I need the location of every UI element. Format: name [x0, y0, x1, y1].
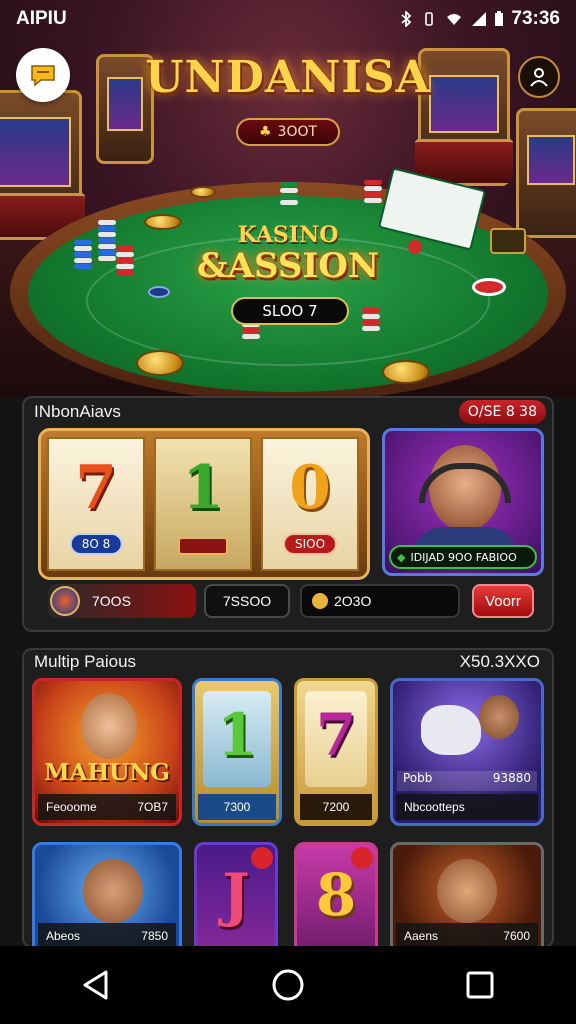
card-footer: Aaens 7600	[396, 923, 538, 946]
bet-value-control[interactable]: 7SSOO	[204, 584, 290, 618]
card-footer: 7200	[300, 794, 372, 820]
coin-value-control[interactable]: 7OOS	[48, 584, 196, 618]
card-footer: Abeos 7850	[38, 923, 176, 946]
reel-1: 7 8O 8	[47, 437, 145, 571]
reel-symbol: 0	[289, 453, 331, 523]
game-card[interactable]: 1 7300	[192, 678, 282, 826]
game-card[interactable]: Pobb 93880 Nbcootteps	[390, 678, 544, 826]
game-card[interactable]: 8	[294, 842, 378, 946]
clock: 73:36	[511, 8, 560, 29]
game-card[interactable]: Aaens 7600	[390, 842, 544, 946]
casino-logo: &ASSION	[196, 246, 380, 286]
coin-icon	[312, 593, 328, 609]
character-portrait	[479, 695, 519, 739]
game-card[interactable]: MAHUNG Feooome 7OB7	[32, 678, 182, 826]
slot-reels[interactable]: 7 8O 8 1 0 SIOO	[38, 428, 370, 580]
user-icon	[530, 68, 548, 87]
game-card[interactable]: 7 7200	[294, 678, 378, 826]
spin-button[interactable]: Voorr	[472, 584, 534, 618]
featured-slot-section: INbonAiavs O/SE 8 38 7 8O 8 1 0 SIOO ◆ I…	[22, 396, 554, 632]
character-illustration	[421, 705, 481, 755]
game-card[interactable]: Abeos 7850	[32, 842, 182, 946]
chip-stack	[362, 308, 380, 332]
user-button[interactable]	[518, 56, 560, 98]
section-title: INbonAiavs	[34, 402, 121, 421]
coin-badge-icon	[50, 586, 80, 616]
reel-symbol: 7	[75, 453, 117, 523]
card-symbol: 7	[315, 701, 357, 769]
carrier-label: AIPIU	[16, 8, 67, 29]
balance-display: 2O3O	[300, 584, 460, 618]
wifi-icon	[447, 14, 462, 25]
jackpot-badge[interactable]: O/SE 8 38	[458, 400, 546, 424]
android-nav-bar	[0, 946, 576, 1024]
chat-bubble-icon	[31, 65, 55, 87]
chip-stack	[364, 180, 382, 204]
reel-label: 8O 8	[69, 533, 123, 555]
battery-icon	[495, 11, 504, 26]
game-card[interactable]: J	[194, 842, 278, 946]
reel-symbol: 1	[182, 453, 224, 523]
status-bar: AIPIU 73:36	[0, 0, 576, 38]
recents-button[interactable]	[450, 955, 510, 1015]
gem-icon: ◆	[397, 550, 406, 564]
app-root: UNDANISA ♣ 3OOT KASINO &ASSION SLOO 7 AI…	[0, 0, 576, 1024]
home-circle-icon	[272, 969, 304, 1001]
section-value: X50.3XXO	[459, 652, 540, 671]
feature-strip: ◆ IDIJAD 9OO FABIOO	[389, 545, 537, 569]
bluetooth-icon	[401, 11, 412, 27]
slot-machine-left	[0, 90, 85, 240]
card-footer: 7300	[198, 794, 276, 820]
signal-icon	[472, 12, 487, 26]
card-footer: Feooome 7OB7	[38, 794, 176, 820]
game-banner: MAHUNG	[44, 759, 170, 786]
chip	[148, 286, 170, 298]
reel-label: SIOO	[282, 533, 338, 555]
card-footer: Nbcootteps	[396, 794, 538, 820]
character-portrait	[437, 859, 497, 923]
recents-square-icon	[466, 971, 494, 999]
vibrate-icon	[425, 12, 434, 26]
section-title: Multip Paious	[34, 652, 137, 671]
coin-icon: ♣	[258, 124, 272, 140]
back-triangle-icon	[83, 970, 108, 1000]
casino-kicker: KASINO	[237, 222, 339, 248]
heart-badge-icon	[251, 847, 273, 869]
slot-controls: 7OOS 7SSOO 2O3O Voorr	[38, 584, 546, 620]
coin	[190, 186, 216, 198]
reel-2: 1	[154, 437, 252, 571]
character-portrait	[81, 693, 137, 759]
coin	[136, 350, 184, 376]
hero-sign: ♣ 3OOT	[236, 118, 340, 146]
slot-machine-far-right	[516, 108, 576, 238]
reel-3: 0 SIOO	[261, 437, 359, 571]
chip-stack	[280, 182, 298, 206]
hero-banner[interactable]: UNDANISA ♣ 3OOT KASINO &ASSION SLOO 7	[0, 0, 576, 398]
card-symbol: J	[222, 861, 250, 929]
table-sign: SLOO 7	[231, 297, 349, 325]
multiplayer-section: Multip Paious X50.3XXO MAHUNG Feooome 7O…	[22, 648, 554, 948]
card-symbol: 1	[216, 701, 258, 769]
heart-badge-icon	[351, 847, 373, 869]
featured-game-card[interactable]: ◆ IDIJAD 9OO FABIOO	[382, 428, 544, 576]
reel-chevron	[178, 537, 228, 555]
chat-button[interactable]	[16, 48, 70, 102]
hero-title: UNDANISA	[145, 52, 431, 103]
character-portrait	[83, 859, 143, 923]
home-button[interactable]	[258, 955, 318, 1015]
card-symbol: 8	[315, 861, 357, 929]
coin	[382, 360, 430, 384]
back-button[interactable]	[66, 955, 126, 1015]
